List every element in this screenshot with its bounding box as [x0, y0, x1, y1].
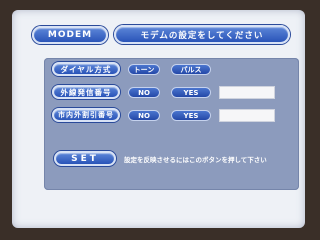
dial-type-label: ダイヤル方式: [52, 62, 120, 76]
modem-settings-screen: MODEM モデムの設定をしてください ダイヤル方式 トーン パルス 外線発信番…: [12, 10, 305, 228]
outside-line-no-option[interactable]: NO: [128, 87, 160, 98]
discount-number-field[interactable]: [219, 109, 275, 122]
discount-number-label: 市内外割引番号: [52, 108, 120, 122]
discount-number-no-option[interactable]: NO: [128, 110, 160, 121]
outside-line-yes-option[interactable]: YES: [171, 87, 211, 98]
dial-type-pulse-option[interactable]: パルス: [171, 64, 211, 75]
set-hint-text: 設定を反映させるにはこのボタンを押して下さい: [124, 156, 267, 164]
settings-panel: ダイヤル方式 トーン パルス 外線発信番号 NO YES 市内外割引番号 NO …: [44, 58, 299, 190]
outside-line-label: 外線発信番号: [52, 85, 120, 99]
modem-tab-label: MODEM: [32, 26, 108, 44]
dial-type-tone-option[interactable]: トーン: [128, 64, 160, 75]
discount-number-yes-option[interactable]: YES: [171, 110, 211, 121]
set-button[interactable]: SET: [54, 151, 116, 166]
outside-line-number-field[interactable]: [219, 86, 275, 99]
page-title: モデムの設定をしてください: [114, 25, 290, 44]
